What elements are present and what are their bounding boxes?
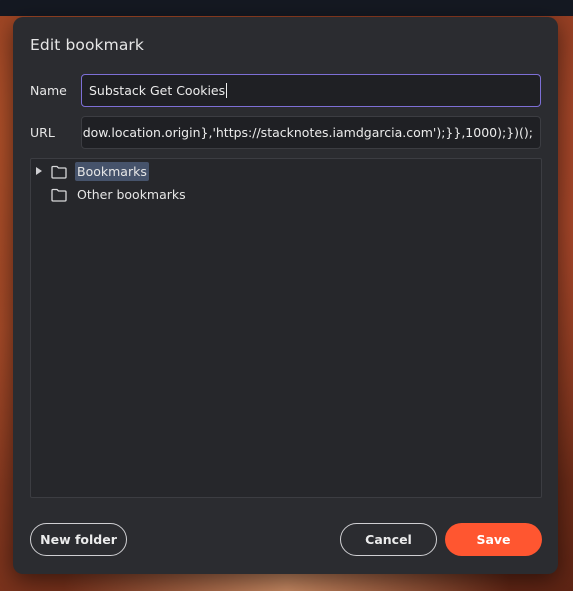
save-button[interactable]: Save xyxy=(445,523,542,556)
new-folder-button[interactable]: New folder xyxy=(30,523,127,556)
folder-icon xyxy=(51,187,67,202)
name-input[interactable]: Substack Get Cookies xyxy=(81,74,541,107)
tree-item-bookmarks[interactable]: Bookmarks xyxy=(31,160,149,182)
expand-arrow-icon[interactable] xyxy=(35,167,43,175)
top-bar xyxy=(0,0,573,16)
name-input-value: Substack Get Cookies xyxy=(89,83,226,98)
url-input-value: gin:window.location.origin},'https://sta… xyxy=(81,125,533,140)
url-label: URL xyxy=(30,125,55,140)
edit-bookmark-dialog: Edit bookmark Name Substack Get Cookies … xyxy=(13,17,558,574)
folder-tree[interactable]: Bookmarks Other bookmarks xyxy=(30,158,542,498)
name-label: Name xyxy=(30,83,67,98)
text-caret xyxy=(226,83,228,98)
tree-item-other-bookmarks[interactable]: Other bookmarks xyxy=(31,183,188,205)
dialog-title: Edit bookmark xyxy=(30,36,144,54)
folder-icon xyxy=(51,164,67,179)
cancel-button[interactable]: Cancel xyxy=(340,523,437,556)
tree-item-label: Other bookmarks xyxy=(77,186,186,202)
tree-item-label: Bookmarks xyxy=(75,161,149,181)
url-input[interactable]: gin:window.location.origin},'https://sta… xyxy=(81,116,541,149)
